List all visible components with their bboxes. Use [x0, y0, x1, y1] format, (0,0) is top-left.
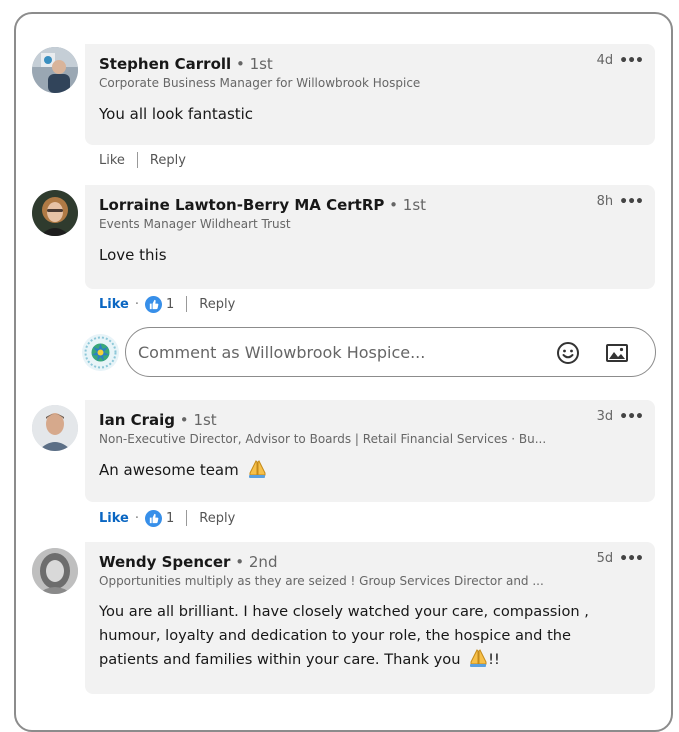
- more-icon[interactable]: •••: [619, 552, 644, 566]
- comment-actions: Like · 1 Reply: [99, 295, 235, 313]
- comment-meta: 3d •••: [596, 409, 644, 424]
- emoji-icon[interactable]: [555, 340, 581, 366]
- avatar[interactable]: [32, 190, 78, 236]
- comment-bubble: Wendy Spencer • 2nd Opportunities multip…: [85, 542, 655, 694]
- comment-text-line: You are all brilliant. I have closely wa…: [99, 603, 589, 620]
- separator-dot: ·: [134, 510, 139, 526]
- comment-text: You are all brilliant. I have closely wa…: [99, 600, 641, 676]
- comment-text-line: An awesome team: [99, 459, 641, 486]
- more-icon[interactable]: •••: [619, 410, 644, 424]
- more-icon[interactable]: •••: [619, 54, 644, 68]
- reply-button[interactable]: Reply: [199, 297, 235, 312]
- avatar-photo: [32, 548, 78, 594]
- like-reaction-icon: [145, 509, 162, 527]
- reaction-count: 1: [166, 510, 175, 526]
- comment-text-line-3: patients and families within your care. …: [99, 651, 461, 668]
- avatar-photo: [32, 405, 78, 451]
- author-name[interactable]: Stephen Carroll: [99, 55, 231, 73]
- comment-text: Love this: [99, 246, 167, 264]
- praying-hands-icon: [468, 648, 488, 676]
- like-button[interactable]: Like: [99, 297, 129, 312]
- willowbrook-logo-icon: [82, 334, 119, 371]
- separator-dot: •: [179, 411, 189, 429]
- reaction-summary[interactable]: 1: [145, 509, 175, 527]
- avatar[interactable]: [32, 405, 78, 451]
- divider: [186, 510, 188, 526]
- connection-degree: 2nd: [248, 553, 278, 571]
- avatar-photo: [32, 190, 78, 236]
- avatar[interactable]: [32, 548, 78, 594]
- more-icon[interactable]: •••: [619, 195, 644, 209]
- comment-text-line: humour, loyalty and dedication to your r…: [99, 627, 572, 644]
- avatar-photo: [32, 47, 78, 93]
- author-headline: Opportunities multiply as they are seize…: [99, 574, 544, 588]
- divider: [136, 152, 138, 168]
- author-headline: Events Manager Wildheart Trust: [99, 217, 291, 231]
- reaction-summary[interactable]: 1: [145, 295, 175, 313]
- comment-meta: 8h •••: [596, 194, 644, 209]
- author-headline: Corporate Business Manager for Willowbro…: [99, 76, 421, 90]
- comment-meta: 4d •••: [596, 53, 644, 68]
- comment-text: You all look fantastic: [99, 105, 254, 123]
- connection-degree: 1st: [193, 411, 217, 429]
- comment-field[interactable]: [125, 327, 656, 377]
- image-icon[interactable]: [604, 340, 630, 366]
- author-name[interactable]: Ian Craig: [99, 411, 175, 429]
- reply-button[interactable]: Reply: [199, 511, 235, 526]
- separator-dot: •: [235, 553, 245, 571]
- author-line: Ian Craig • 1st: [99, 410, 641, 430]
- timestamp: 4d: [596, 53, 614, 68]
- separator-dot: •: [389, 196, 399, 214]
- comment-text-suffix: !!: [488, 651, 500, 668]
- company-logo-avatar: [82, 334, 119, 371]
- author-headline: Non-Executive Director, Advisor to Board…: [99, 432, 547, 446]
- connection-degree: 1st: [249, 55, 273, 73]
- separator-dot: ·: [134, 296, 139, 312]
- author-line: Lorraine Lawton-Berry MA CertRP • 1st: [99, 195, 641, 215]
- reaction-count: 1: [166, 296, 175, 312]
- comment-bubble: Lorraine Lawton-Berry MA CertRP • 1st Ev…: [85, 185, 655, 289]
- connection-degree: 1st: [402, 196, 427, 214]
- avatar[interactable]: [32, 47, 78, 93]
- comment-bubble: Ian Craig • 1st Non-Executive Director, …: [85, 400, 655, 502]
- author-name[interactable]: Lorraine Lawton-Berry MA CertRP: [99, 196, 384, 214]
- separator-dot: •: [235, 55, 245, 73]
- comment-composer: [82, 327, 658, 377]
- timestamp: 3d: [596, 409, 614, 424]
- comment-meta: 5d •••: [596, 551, 644, 566]
- author-line: Wendy Spencer • 2nd: [99, 552, 641, 572]
- comment-input[interactable]: [138, 342, 538, 362]
- comment-actions: Like Reply: [99, 151, 186, 169]
- reply-button[interactable]: Reply: [150, 153, 186, 168]
- like-button[interactable]: Like: [99, 511, 129, 526]
- like-button[interactable]: Like: [99, 153, 125, 168]
- like-reaction-icon: [145, 295, 162, 313]
- author-name[interactable]: Wendy Spencer: [99, 553, 230, 571]
- divider: [186, 296, 188, 312]
- comment-text-line: patients and families within your care. …: [99, 648, 641, 676]
- comment-bubble: Stephen Carroll • 1st Corporate Business…: [85, 44, 655, 145]
- praying-hands-icon: [247, 459, 267, 486]
- timestamp: 8h: [596, 194, 614, 209]
- comment-actions: Like · 1 Reply: [99, 509, 235, 527]
- comment-text: An awesome team: [99, 461, 239, 479]
- author-line: Stephen Carroll • 1st: [99, 54, 641, 74]
- timestamp: 5d: [596, 551, 614, 566]
